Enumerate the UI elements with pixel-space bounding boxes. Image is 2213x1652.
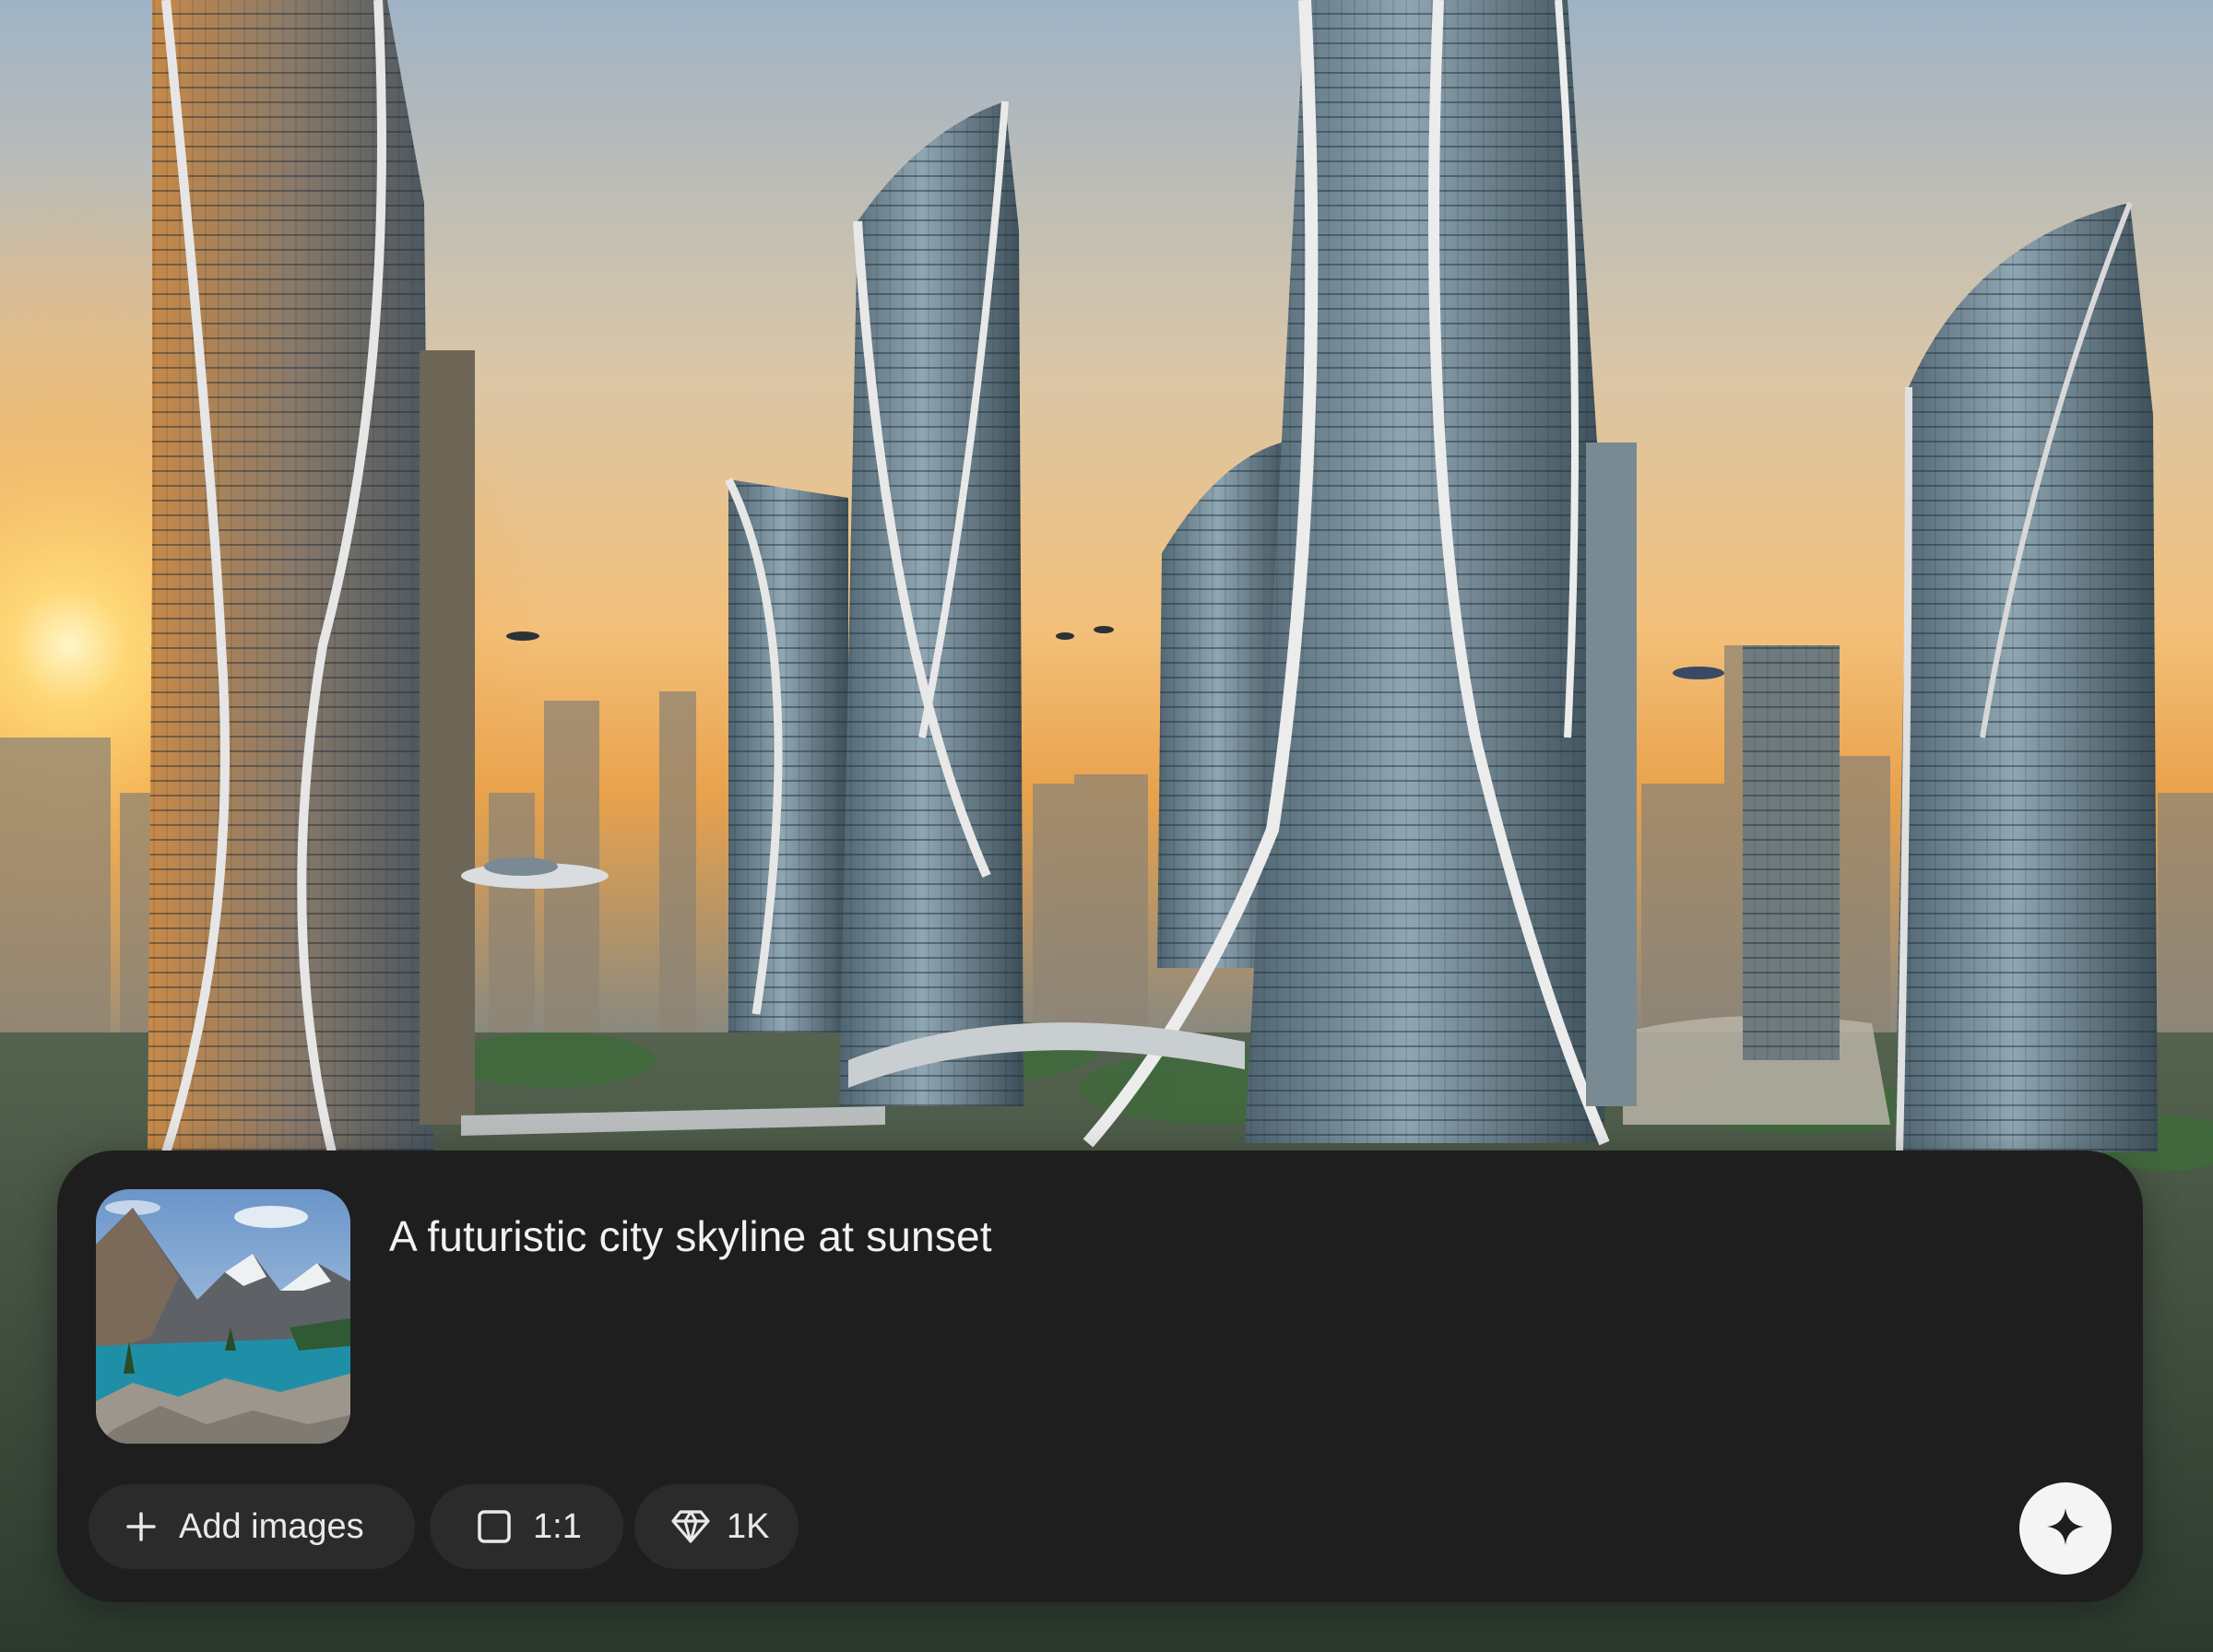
sparkle-icon [2046, 1507, 2085, 1551]
diamond-icon [671, 1510, 710, 1543]
resolution-label: 1K [727, 1506, 770, 1546]
prompt-panel: A futuristic city skyline at sunset Add … [57, 1150, 2143, 1602]
resolution-button[interactable]: 1K [634, 1484, 799, 1569]
add-images-button[interactable]: Add images [89, 1484, 415, 1569]
square-icon [478, 1510, 511, 1543]
add-images-label: Add images [179, 1506, 364, 1546]
aspect-ratio-button[interactable]: 1:1 [430, 1484, 623, 1569]
reference-image-thumbnail[interactable] [96, 1189, 350, 1444]
prompt-text[interactable]: A futuristic city skyline at sunset [389, 1211, 992, 1261]
generate-button[interactable] [2019, 1482, 2112, 1575]
plus-icon [125, 1511, 157, 1542]
generated-image-background: A futuristic city skyline at sunset Add … [0, 0, 2213, 1652]
mountain-lake-thumbnail-icon [96, 1189, 350, 1444]
aspect-ratio-label: 1:1 [533, 1506, 582, 1546]
